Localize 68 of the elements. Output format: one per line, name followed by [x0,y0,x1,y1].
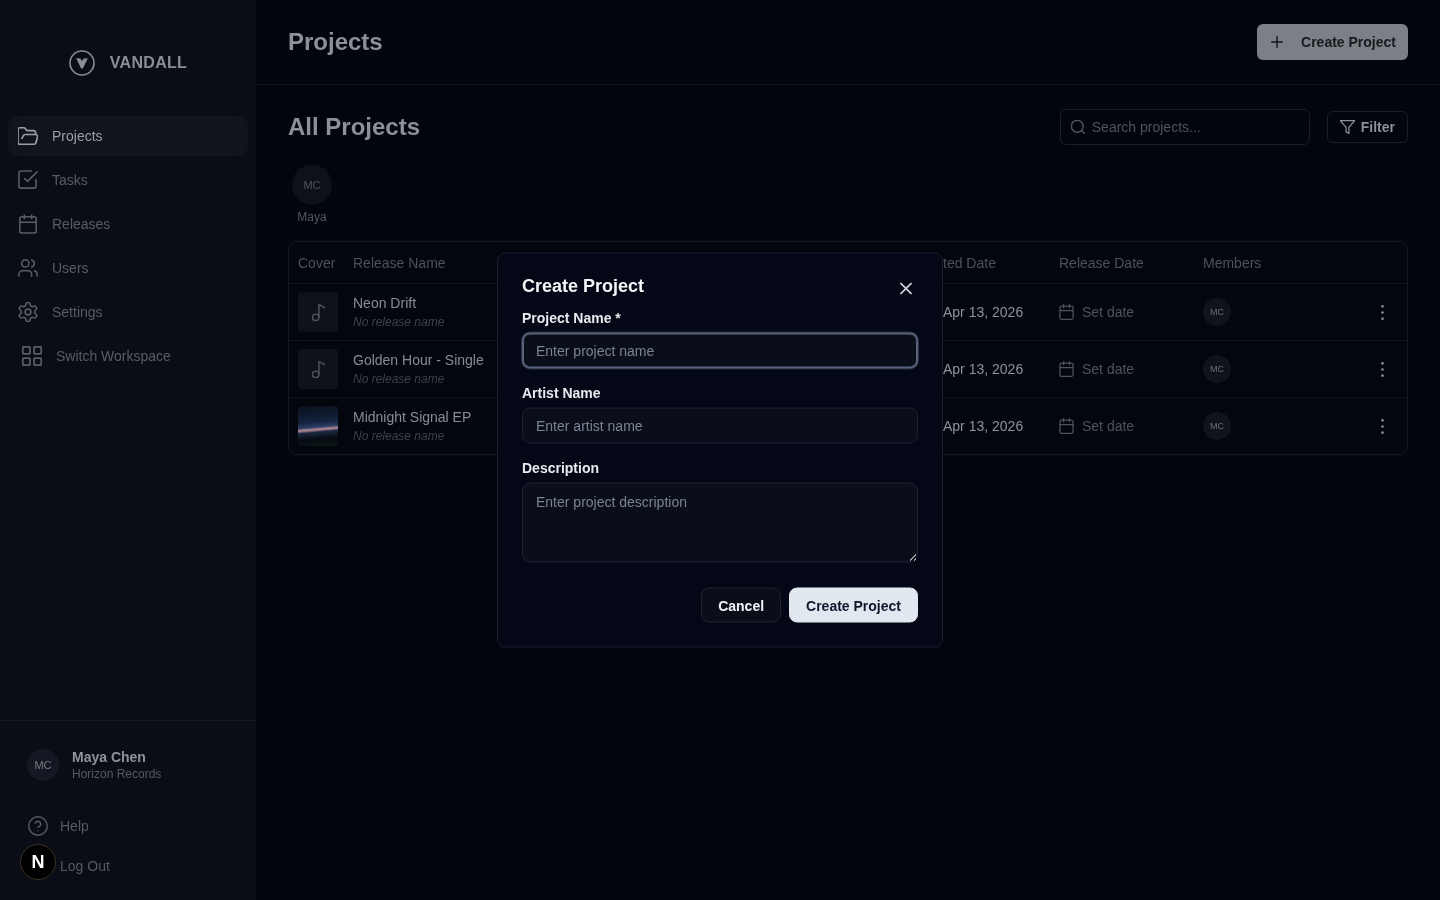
filter-button[interactable]: Filter [1326,111,1408,143]
column-header: Release Name [353,254,447,271]
more-icon[interactable] [1380,361,1384,377]
user-name: Maya Chen [72,748,147,766]
grid-icon [22,346,42,366]
member-name: Maya [297,209,327,225]
filter-icon [1339,120,1355,134]
plus-icon [1271,36,1284,48]
column-header: Cover [298,254,337,271]
more-icon[interactable] [1380,304,1384,320]
nav-item[interactable]: Switch Workspace [8,336,248,376]
member-filter-avatar[interactable]: MC [292,165,332,205]
gear-icon [18,302,38,322]
field-label: Description [522,458,600,478]
input-field[interactable]: Enter artist name [522,407,918,444]
calendar-icon [1059,361,1074,377]
nav-item[interactable]: Users [8,248,248,288]
checkbox-icon [18,170,38,190]
set-date-button[interactable]: Set date [1059,361,1135,377]
set-date-button[interactable]: Set date [1059,418,1135,434]
column-header: Release Date [1059,254,1145,271]
search-icon [1070,120,1085,134]
music-note-icon [311,360,325,378]
member-avatar: MC [1203,412,1231,440]
release-subtitle: No release name [353,314,445,330]
close-icon [900,282,912,295]
release-title: Neon Drift [353,294,417,312]
column-header: Members [1203,254,1263,271]
field-label: Project Name * [522,308,622,328]
table-cell-text: Apr 13, 2026 [943,304,1025,320]
logo-icon [68,50,95,76]
column-header: ted Date [943,254,997,271]
input-field[interactable]: Enter project name [522,332,918,369]
release-subtitle: No release name [353,371,445,387]
nav-item[interactable]: Settings [8,292,248,332]
calendar-icon [1059,304,1074,320]
field-label: Artist Name [522,383,602,403]
cancel-button[interactable]: Cancel [701,587,782,623]
nav-item[interactable]: Projects [8,116,248,156]
brand-name: VANDALL [109,54,188,72]
page-title: Projects [288,28,383,56]
create-button[interactable]: Create Project [789,587,918,623]
text-area[interactable]: Enter project description [522,482,918,563]
set-date-button[interactable]: Set date [1059,304,1135,320]
table-cell-text: Apr 13, 2026 [943,418,1025,434]
calendar-icon [1059,418,1074,434]
calendar-icon [18,214,38,234]
member-avatar: MC [1203,298,1231,326]
release-title: Golden Hour - Single [353,351,484,369]
dialog-title: Create Project [522,274,645,298]
member-avatar: MC [1203,355,1231,383]
photo-placeholder [298,406,338,446]
organization-name: Horizon Records [72,766,162,782]
search-field[interactable]: Search projects... [1059,109,1310,145]
section-title: All Projects [288,113,421,141]
create-project-button[interactable]: Create Project [1257,24,1408,60]
music-note-icon [311,303,325,321]
release-title: Midnight Signal EP [353,408,472,426]
nav-item[interactable]: Tasks [8,160,248,200]
table-cell-text: Apr 13, 2026 [943,361,1025,377]
more-icon[interactable] [1380,418,1384,434]
sidebar-link[interactable]: Help [0,806,99,846]
user-avatar: MC [27,749,59,781]
nav-item[interactable]: Releases [8,204,248,244]
folder-icon [18,126,38,146]
release-subtitle: No release name [353,428,445,444]
users-icon [18,258,38,278]
help-icon [28,816,48,836]
